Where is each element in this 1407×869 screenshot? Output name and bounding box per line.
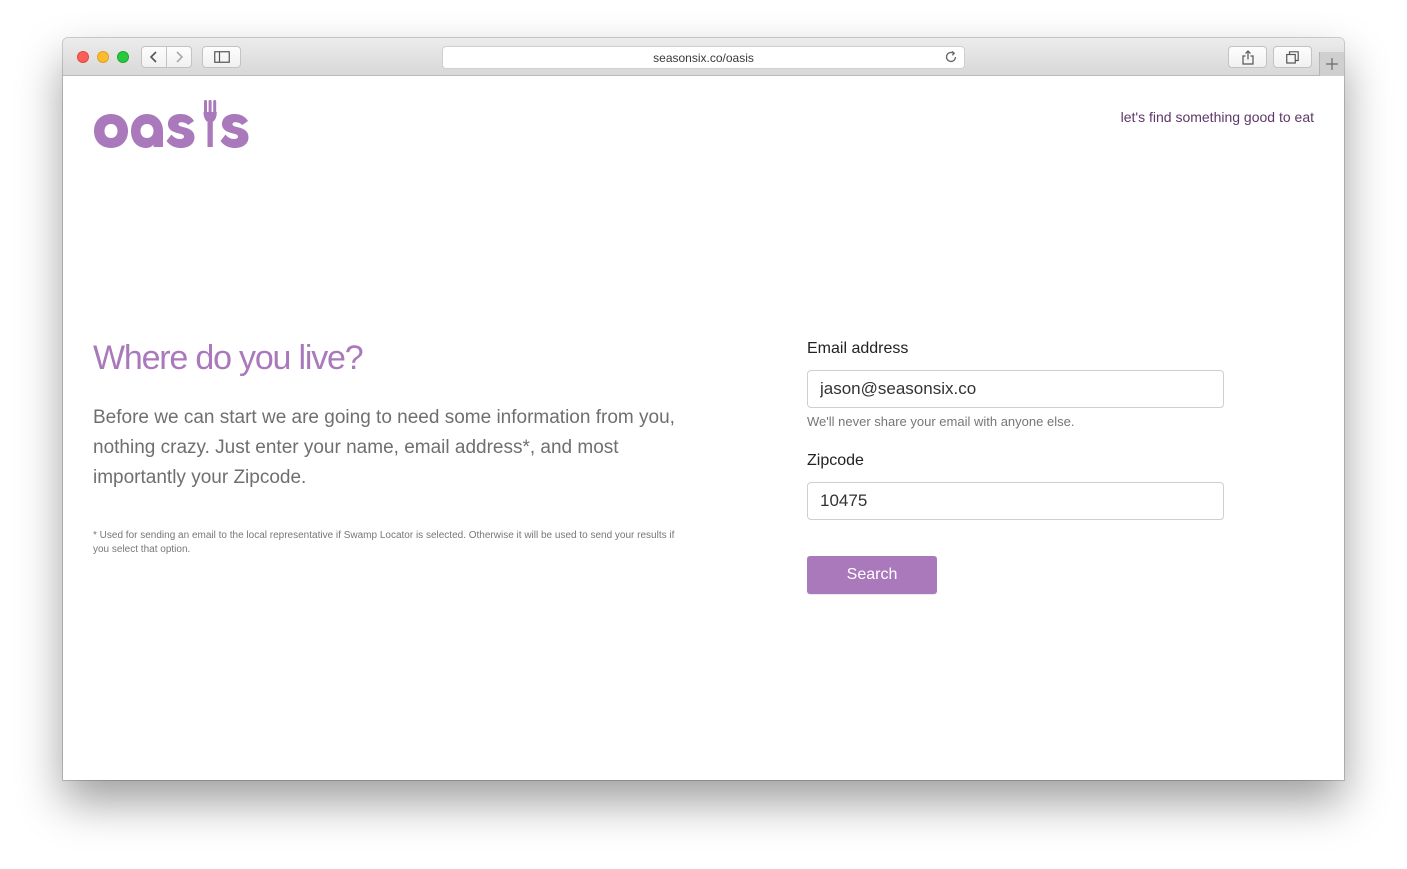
forward-button[interactable] — [166, 46, 192, 68]
footnote-text: * Used for sending an email to the local… — [93, 530, 675, 555]
maximize-window-button[interactable] — [117, 51, 129, 63]
sidebar-icon — [213, 51, 230, 63]
intro-text: Before we can start we are going to need… — [93, 407, 675, 488]
share-button[interactable] — [1228, 46, 1267, 68]
zipcode-field[interactable] — [807, 482, 1224, 520]
page-content: let's find something good to eat Where d… — [63, 76, 1344, 780]
email-field[interactable] — [807, 370, 1224, 408]
plus-icon — [1326, 58, 1338, 70]
zipcode-label: Zipcode — [807, 452, 864, 469]
close-window-button[interactable] — [77, 51, 89, 63]
location-form: Email address We'll never share your ema… — [807, 340, 1225, 594]
email-label: Email address — [807, 340, 909, 357]
minimize-window-button[interactable] — [97, 51, 109, 63]
back-button[interactable] — [141, 46, 167, 68]
email-help-text: We'll never share your email with anyone… — [807, 414, 1075, 429]
show-tabs-button[interactable] — [1273, 46, 1312, 68]
sidebar-toggle-button[interactable] — [202, 46, 241, 68]
header-tagline: let's find something good to eat — [1120, 109, 1314, 125]
page-title: Where do you live? — [93, 339, 364, 377]
url-text: seasonsix.co/oasis — [653, 51, 754, 65]
address-bar[interactable]: seasonsix.co/oasis — [442, 46, 965, 69]
reload-icon[interactable] — [944, 50, 958, 64]
browser-window: seasonsix.co/oasis let's find something … — [63, 38, 1344, 780]
oasis-logo[interactable] — [93, 98, 251, 152]
tabs-icon — [1286, 50, 1299, 64]
new-tab-button[interactable] — [1319, 52, 1344, 76]
chevron-right-icon — [176, 51, 184, 63]
browser-toolbar: seasonsix.co/oasis — [63, 38, 1344, 76]
chevron-left-icon — [149, 51, 157, 63]
search-button[interactable]: Search — [807, 556, 937, 594]
share-icon — [1241, 49, 1254, 65]
